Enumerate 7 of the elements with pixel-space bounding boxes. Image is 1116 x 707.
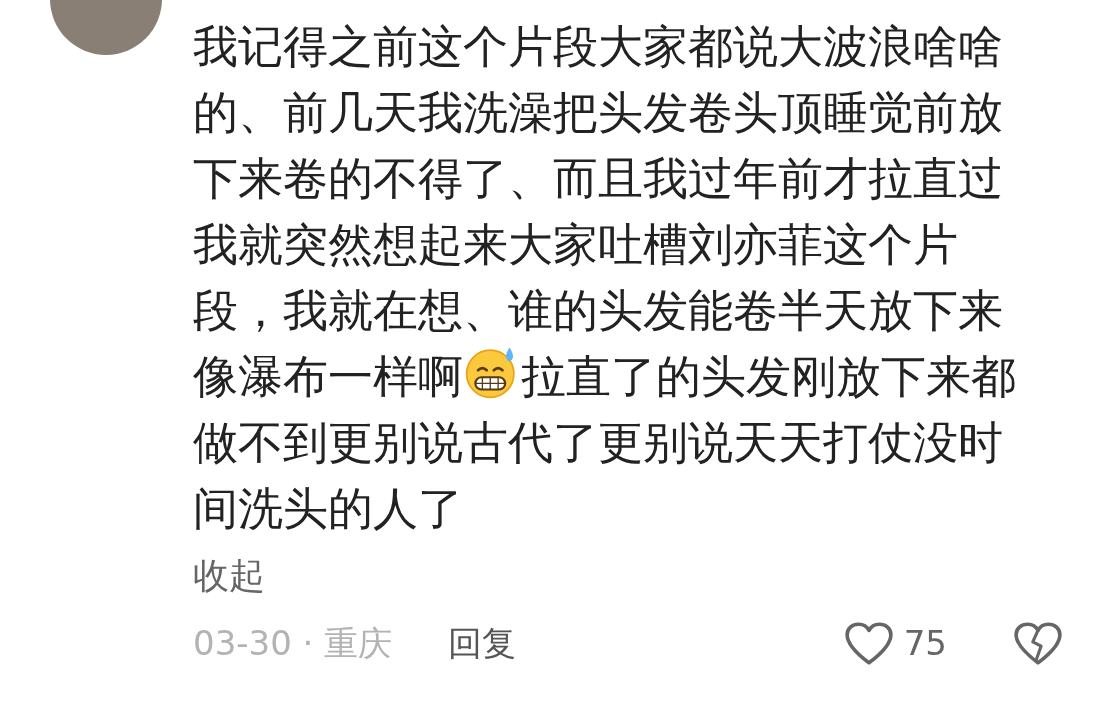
comment-date-location: 03-30 · 重庆: [193, 622, 393, 665]
broken-heart-icon[interactable]: [1013, 620, 1063, 667]
like-count: 75: [903, 622, 947, 665]
collapse-link[interactable]: 收起: [193, 546, 265, 606]
reply-button[interactable]: 回复: [448, 618, 517, 669]
comment-text: 我记得之前这个片段大家都说大波浪啥啥的、前几天我洗澡把头发卷头顶睡觉前放下来卷的不得了、而且我过年前才拉直过我就突然想起来大家吐槽刘亦菲这个片段，我就在想、谁的头发能卷半天放下来像瀑布一样啊 拉直了的头发刚放下来都做不到更别说古代了更别说天天打仗没时间洗头的人了: [193, 19, 1017, 537]
heart-icon[interactable]: [843, 620, 894, 667]
